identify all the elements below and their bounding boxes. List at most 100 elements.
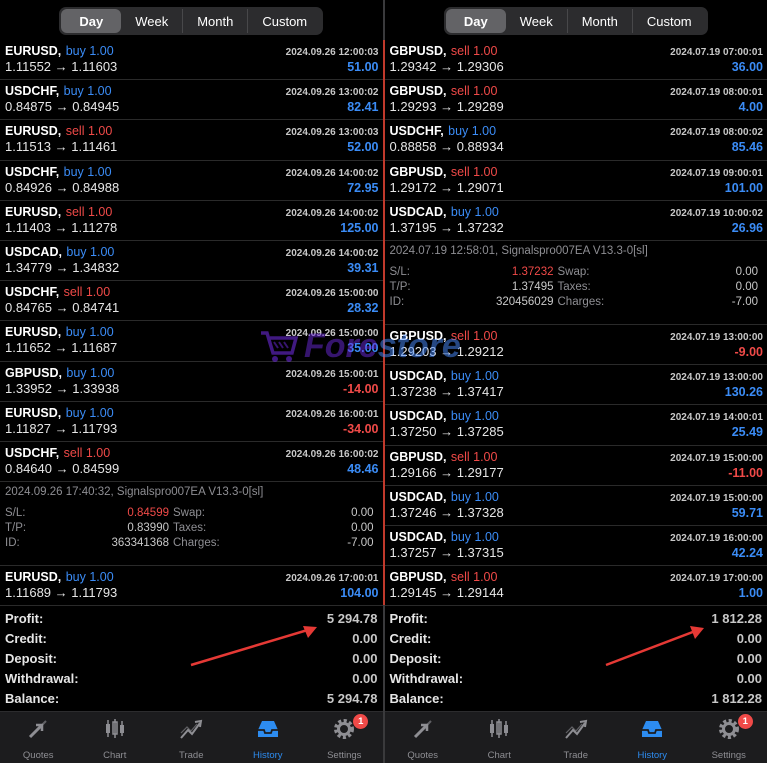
trade-row[interactable]: GBPUSD, sell 1.00 2024.07.19 09:00:01 1.29…: [384, 161, 767, 201]
tab-label: Quotes: [22, 750, 54, 761]
summary-row: Credit: 0.00: [390, 629, 763, 649]
trade-row[interactable]: USDCAD, buy 1.00 2024.07.19 15:00:00 1.372…: [384, 486, 767, 526]
tab-chart[interactable]: Chart: [80, 716, 150, 761]
trade-row[interactable]: EURUSD, buy 1.00 2024.09.26 16:00:01 1.118…: [0, 402, 383, 442]
period-day-button[interactable]: Day: [61, 9, 122, 33]
period-month-button[interactable]: Month: [183, 9, 249, 33]
summary-value: 0.00: [352, 650, 378, 666]
tab-chart[interactable]: Chart: [464, 716, 534, 761]
tab-settings[interactable]: Settings 1: [694, 714, 764, 761]
trade-row[interactable]: USDCHF, buy 1.00 2024.09.26 13:00:02 0.848…: [0, 80, 383, 121]
trade-row[interactable]: GBPUSD, sell 1.00 2024.07.19 17:00:00 1.29…: [384, 566, 767, 607]
trade-row[interactable]: USDCHF, buy 1.00 2024.09.26 14:00:02 0.849…: [0, 161, 383, 201]
summary-label: Balance:: [389, 690, 444, 706]
trade-title: USDCAD, buy 1.00: [390, 203, 499, 221]
trade-row[interactable]: GBPUSD, buy 1.00 2024.09.26 15:00:01 1.339…: [0, 362, 383, 402]
tab-quotes[interactable]: Quotes: [3, 716, 73, 761]
trade-row[interactable]: GBPUSD, sell 1.00 2024.07.19 15:00:00 1.29…: [384, 446, 767, 486]
trade-detail-grid: S/L: 1.37232 Swap: 0.00 T/P: 1.37495 Taxes: 0.0…: [390, 266, 763, 308]
period-custom-button[interactable]: Custom: [633, 9, 706, 33]
trade-row-body: 0.84640 → 0.84599 48.46: [5, 461, 379, 480]
period-month-button[interactable]: Month: [568, 9, 633, 33]
summary-label: Credit:: [5, 631, 47, 647]
trade-row[interactable]: EURUSD, buy 1.00 2024.09.26 17:00:01 1.116…: [0, 566, 383, 607]
trade-row-body: 0.84926 → 0.84988 72.95: [5, 180, 379, 199]
trade-profit: 51.00: [347, 60, 379, 74]
tab-trade[interactable]: Trade: [156, 716, 226, 761]
trade-time: 2024.07.19 07:00:01: [670, 47, 763, 58]
trade-row-header: EURUSD, buy 1.00 2024.09.26 17:00:01: [5, 568, 379, 585]
trade-time: 2024.07.19 15:00:00: [670, 492, 763, 504]
summary-row: Profit: 5 294.78: [5, 609, 378, 629]
history-icon: [255, 716, 281, 747]
trade-time: 2024.09.26 16:00:01: [285, 408, 379, 420]
trade-symbol: GBPUSD,: [5, 365, 62, 380]
history-panel-right: Day Week Month Custom GBPUSD, sell 1.00 2024…: [383, 0, 767, 763]
trade-icon: [178, 716, 204, 747]
trade-side: buy 1.00: [448, 124, 497, 139]
trade-row[interactable]: USDCHF, sell 1.00 2024.09.26 15:00:00 0.84…: [0, 281, 383, 322]
tab-bar: Quotes Chart Trade History Settings 1: [0, 711, 383, 763]
trade-prices: 1.29145 → 1.29144: [389, 585, 504, 601]
trade-row[interactable]: USDCHF, sell 1.00 2024.09.26 16:00:02 0.84…: [0, 442, 383, 483]
trade-title: USDCAD, buy 1.00: [390, 528, 499, 546]
trade-row[interactable]: EURUSD, sell 1.00 2024.09.26 14:00:02 1.11…: [0, 201, 383, 241]
summary-label: Profit:: [5, 611, 44, 627]
trade-row[interactable]: USDCAD, buy 1.00 2024.07.19 13:00:00 1.372…: [384, 365, 767, 406]
trade-profit: 28.32: [347, 301, 379, 316]
tab-history[interactable]: History: [617, 716, 687, 761]
sl-label: S/L:: [389, 265, 410, 278]
id-label: ID:: [5, 537, 20, 550]
trade-row[interactable]: USDCHF, buy 1.00 2024.07.19 08:00:02 0.888…: [384, 120, 767, 161]
trade-row-body: 1.11403 → 1.11278 125.00: [5, 220, 379, 239]
period-week-button[interactable]: Week: [121, 9, 184, 33]
trade-symbol: EURUSD,: [5, 570, 62, 585]
trade-row[interactable]: USDCAD, buy 1.00 2024.07.19 10:00:02 1.371…: [384, 201, 767, 241]
trade-side: sell 1.00: [65, 124, 113, 139]
trade-row[interactable]: EURUSD, sell 1.00 2024.09.26 13:00:03 1.11…: [0, 120, 383, 161]
trade-row[interactable]: USDCAD, buy 1.00 2024.09.26 14:00:02 1.347…: [0, 241, 383, 282]
trade-row[interactable]: GBPUSD, sell 1.00 2024.07.19 07:00:01 1.29…: [384, 40, 767, 81]
trade-profit: 59.71: [731, 505, 763, 520]
trade-symbol: GBPUSD,: [389, 44, 447, 58]
tab-settings[interactable]: Settings 1: [309, 714, 379, 761]
period-week-button[interactable]: Week: [506, 9, 568, 33]
trade-row[interactable]: USDCAD, buy 1.00 2024.07.19 14:00:01 1.372…: [384, 405, 767, 446]
trade-row-header: GBPUSD, sell 1.00 2024.07.19 07:00:01: [390, 42, 764, 59]
trade-detail-header: 2024.07.19 12:58:01, Signalspro007EA V13…: [389, 244, 648, 257]
trade-row[interactable]: EURUSD, buy 1.00 2024.09.26 12:00:03 1.115…: [0, 40, 383, 81]
trade-title: GBPUSD, sell 1.00: [390, 82, 498, 100]
trade-title: GBPUSD, sell 1.00: [390, 448, 498, 466]
trade-symbol: USDCAD,: [389, 409, 447, 424]
tab-history[interactable]: History: [233, 716, 303, 761]
period-custom-button[interactable]: Custom: [248, 9, 321, 33]
trade-time: 2024.07.19 15:00:00: [670, 452, 763, 464]
trade-title: USDCAD, buy 1.00: [390, 407, 499, 425]
summary-row: Deposit: 0.00: [5, 649, 378, 669]
tab-label: History: [637, 750, 668, 761]
trade-time: 2024.07.19 08:00:02: [670, 127, 763, 139]
trade-time: 2024.09.26 17:00:01: [285, 573, 379, 585]
trade-detail[interactable]: 2024.09.26 17:40:32, Signalspro007EA V13…: [0, 482, 383, 567]
trade-side: sell 1.00: [450, 449, 498, 464]
tab-label: Settings: [711, 750, 746, 761]
trade-time: 2024.09.26 14:00:02: [285, 167, 379, 179]
tab-label: Chart: [103, 750, 127, 761]
period-day-button[interactable]: Day: [445, 9, 506, 33]
trade-row[interactable]: GBPUSD, sell 1.00 2024.07.19 08:00:01 1.29…: [384, 80, 767, 121]
tab-quotes[interactable]: Quotes: [388, 716, 458, 761]
trade-side: buy 1.00: [450, 409, 499, 424]
trade-row[interactable]: USDCAD, buy 1.00 2024.07.19 16:00:00 1.372…: [384, 526, 767, 567]
trade-row-body: 1.33952 → 1.33938 -14.00: [5, 381, 379, 400]
trade-detail[interactable]: 2024.07.19 12:58:01, Signalspro007EA V13…: [384, 241, 767, 325]
trade-title: EURUSD, sell 1.00: [5, 203, 112, 221]
trade-title: EURUSD, sell 1.00: [5, 122, 112, 140]
chart-icon: [102, 716, 128, 747]
trade-profit: -9.00: [734, 344, 764, 359]
trade-title: USDCHF, buy 1.00: [5, 163, 112, 181]
summary-label: Deposit:: [5, 650, 57, 666]
tab-trade[interactable]: Trade: [541, 716, 611, 761]
trade-row-header: USDCAD, buy 1.00 2024.07.19 10:00:02: [390, 203, 764, 220]
trade-symbol: USDCHF,: [389, 124, 444, 139]
trade-row-body: 1.29145 → 1.29144 1.00: [390, 585, 764, 604]
